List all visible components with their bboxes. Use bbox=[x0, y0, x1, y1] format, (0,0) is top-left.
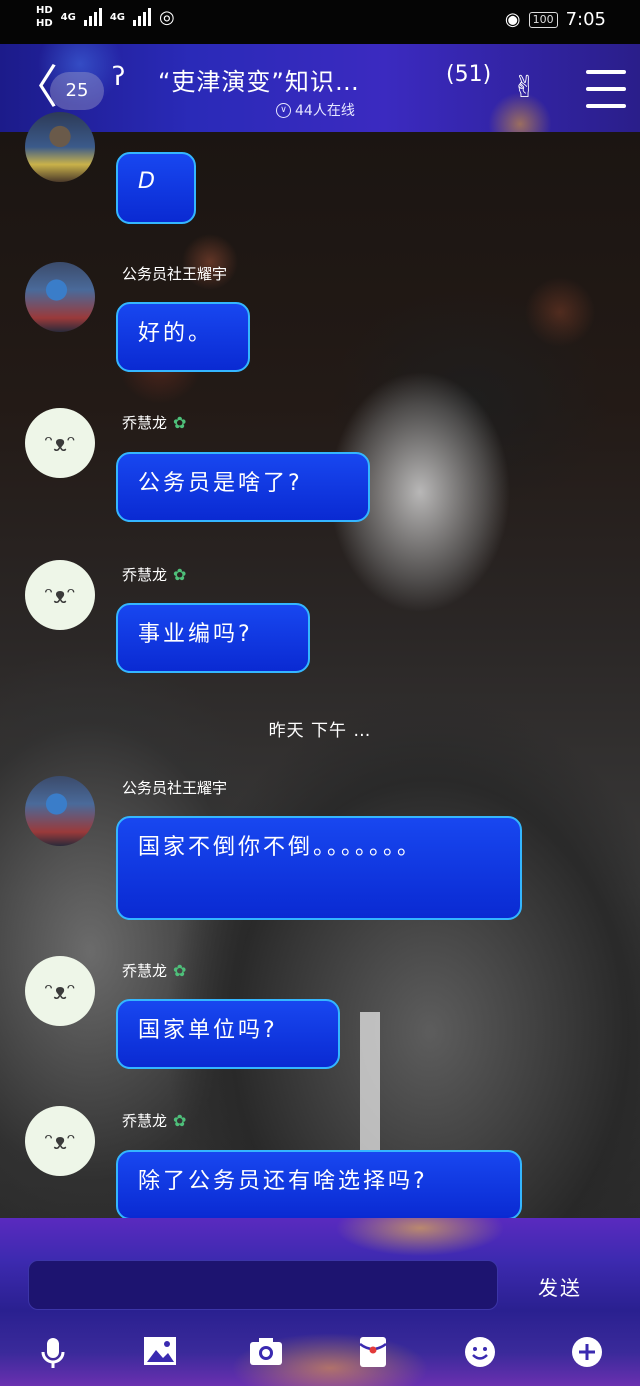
avatar[interactable]: ᵔᴥᵔ bbox=[25, 408, 95, 478]
avatar[interactable] bbox=[25, 776, 95, 846]
hd-label-2: HD bbox=[36, 18, 53, 29]
chevron-down-icon: ∨ bbox=[276, 102, 291, 118]
network-label-1: 4G bbox=[60, 11, 76, 23]
dragon-badge-icon: ✿ bbox=[173, 565, 187, 584]
online-status[interactable]: ∨ 44人在线 bbox=[276, 100, 355, 120]
eye-icon: ◉ bbox=[504, 9, 521, 30]
camera-icon[interactable] bbox=[249, 1336, 283, 1370]
dragon-badge-icon: ✿ bbox=[173, 1111, 187, 1130]
message-input[interactable] bbox=[28, 1260, 498, 1310]
red-packet-icon[interactable] bbox=[356, 1336, 390, 1370]
hd-label-1: HD bbox=[36, 5, 53, 16]
sender-name: 公务员社王耀宇 bbox=[122, 779, 228, 797]
sender-name: 公务员社王耀宇 bbox=[122, 265, 228, 283]
input-area: 发送 bbox=[0, 1218, 640, 1386]
sender-name: 乔慧龙 ✿ bbox=[122, 1111, 187, 1130]
signal-icon bbox=[83, 8, 102, 26]
sender-name: 乔慧龙 ✿ bbox=[122, 565, 187, 584]
message-bubble[interactable]: 除了公务员还有啥选择吗? bbox=[116, 1150, 522, 1220]
send-button[interactable]: 发送 bbox=[538, 1272, 582, 1301]
signal-icon-2 bbox=[133, 8, 152, 26]
sim-indicators: HD HD bbox=[36, 4, 53, 30]
status-bar: HD HD 4G 4G ◎ ◉ 100 7:05 bbox=[0, 0, 640, 44]
avatar[interactable] bbox=[25, 262, 95, 332]
avatar[interactable]: ᵔᴥᵔ bbox=[25, 956, 95, 1026]
message-bubble[interactable]: 好的。 bbox=[116, 302, 250, 372]
message-bubble[interactable]: 公务员是啥了? bbox=[116, 452, 370, 522]
message-bubble[interactable]: 国家单位吗? bbox=[116, 999, 340, 1069]
mic-icon[interactable] bbox=[36, 1336, 70, 1370]
dragon-badge-icon: ✿ bbox=[173, 413, 187, 432]
title-bar: 〈 25 ʔ “吏津演变”知识… (51) ∨ 44人在线 ✌ bbox=[0, 44, 640, 132]
menu-button[interactable] bbox=[586, 70, 626, 108]
battery-icon: 100 bbox=[528, 11, 558, 28]
member-count[interactable]: (51) bbox=[446, 62, 491, 87]
dragon-badge-icon: ✿ bbox=[173, 961, 187, 980]
plus-icon[interactable] bbox=[570, 1336, 604, 1370]
group-title[interactable]: “吏津演变”知识… bbox=[158, 62, 360, 97]
sender-name: 乔慧龙 ✿ bbox=[122, 413, 187, 432]
hand-gesture-icon[interactable]: ✌ bbox=[512, 70, 537, 105]
clock: 7:05 bbox=[565, 9, 606, 30]
avatar[interactable]: ᵔᴥᵔ bbox=[25, 1106, 95, 1176]
message-bubble[interactable]: 国家不倒你不倒。。。。。。。 bbox=[116, 816, 522, 920]
unread-count-badge[interactable]: 25 bbox=[50, 72, 104, 110]
avatar[interactable]: ᵔᴥᵔ bbox=[25, 560, 95, 630]
message-bubble[interactable]: 事业编吗? bbox=[116, 603, 310, 673]
input-toolbar bbox=[0, 1330, 640, 1376]
time-divider: 昨天 下午 … bbox=[268, 721, 372, 741]
status-left: HD HD 4G 4G ◎ bbox=[36, 4, 175, 30]
ear-icon[interactable]: ʔ bbox=[112, 62, 125, 92]
sender-name: 乔慧龙 ✿ bbox=[122, 961, 187, 980]
message-bubble[interactable]: D bbox=[116, 152, 196, 224]
wifi-icon: ◎ bbox=[159, 6, 175, 28]
network-label-2: 4G bbox=[109, 11, 126, 23]
emoji-icon[interactable] bbox=[463, 1336, 497, 1370]
image-icon[interactable] bbox=[143, 1336, 177, 1370]
avatar[interactable] bbox=[25, 112, 95, 182]
online-status-text: 44人在线 bbox=[295, 103, 355, 119]
status-right: ◉ 100 7:05 bbox=[505, 9, 606, 30]
